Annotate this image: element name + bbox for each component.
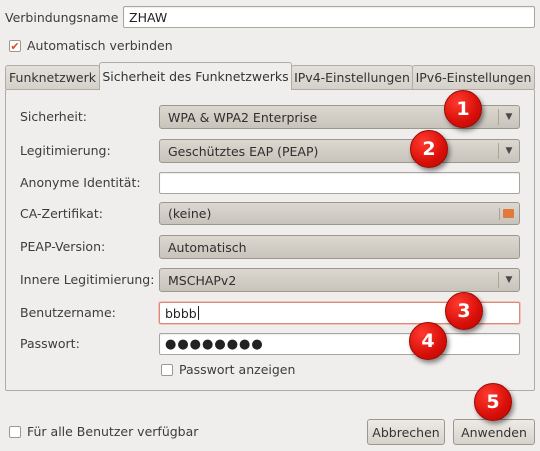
cancel-button[interactable]: Abbrechen — [367, 419, 445, 445]
annotation-marker-5: 5 — [474, 383, 512, 421]
text-cursor — [197, 306, 199, 320]
connection-name-input[interactable]: ZHAW — [123, 6, 535, 28]
tab-label: IPv4-Einstellungen — [294, 70, 410, 85]
tab-ipv4-settings[interactable]: IPv4-Einstellungen — [291, 65, 413, 89]
password-input[interactable]: ●●●●●●●● — [159, 333, 520, 355]
ca-certificate-label: CA-Zertifikat: — [20, 206, 103, 221]
dropdown-arrow-icon: ▼ — [498, 109, 519, 125]
username-label: Benutzername: — [20, 305, 116, 320]
anonymous-identity-label: Anonyme Identität: — [20, 175, 141, 190]
annotation-marker-2: 2 — [410, 130, 448, 168]
inner-auth-label: Innere Legitimierung: — [20, 272, 155, 287]
all-users-checkbox[interactable] — [9, 426, 21, 438]
folder-icon — [499, 208, 514, 220]
peap-version-value: Automatisch — [168, 239, 247, 255]
annotation-marker-1: 1 — [444, 90, 482, 128]
inner-auth-select[interactable]: MSCHAPv2 ▼ — [159, 268, 520, 292]
checkmark-icon: ✔ — [10, 39, 20, 53]
ca-certificate-chooser[interactable]: (keine) — [159, 202, 520, 225]
connection-name-value: ZHAW — [129, 9, 168, 25]
apply-button-label: Anwenden — [461, 424, 527, 440]
ca-certificate-value: (keine) — [168, 206, 212, 221]
peap-version-label: PEAP-Version: — [20, 239, 106, 254]
annotation-marker-3: 3 — [445, 292, 483, 330]
authentication-value: Geschütztes EAP (PEAP) — [168, 143, 319, 159]
authentication-label: Legitimierung: — [20, 143, 111, 158]
authentication-select[interactable]: Geschütztes EAP (PEAP) ▼ — [159, 139, 520, 163]
peap-version-select[interactable]: Automatisch — [159, 235, 520, 259]
password-label: Passwort: — [20, 336, 80, 351]
cancel-button-label: Abbrechen — [372, 424, 440, 440]
anonymous-identity-input[interactable] — [159, 172, 520, 194]
password-value: ●●●●●●●● — [165, 336, 264, 352]
security-value: WPA & WPA2 Enterprise — [168, 109, 318, 125]
show-password-checkbox[interactable] — [161, 364, 173, 376]
inner-auth-value: MSCHAPv2 — [168, 272, 237, 288]
tab-ipv6-settings[interactable]: IPv6-Einstellungen — [412, 65, 535, 89]
security-label: Sicherheit: — [20, 109, 88, 124]
username-value: bbbb — [165, 305, 197, 321]
connection-name-label: Verbindungsname — [5, 10, 119, 25]
annotation-marker-4: 4 — [409, 322, 447, 360]
tab-wireless[interactable]: Funknetzwerk — [5, 65, 100, 89]
auto-connect-label: Automatisch verbinden — [27, 38, 173, 53]
auto-connect-checkbox[interactable]: ✔ — [9, 40, 21, 52]
tab-label: Funknetzwerk — [9, 70, 96, 85]
tab-label: Sicherheit des Funknetzwerks — [102, 69, 289, 84]
tab-label: IPv6-Einstellungen — [415, 70, 532, 85]
show-password-label: Passwort anzeigen — [179, 362, 296, 377]
all-users-label: Für alle Benutzer verfügbar — [27, 424, 199, 439]
dropdown-arrow-icon: ▼ — [498, 272, 519, 288]
dropdown-arrow-icon: ▼ — [498, 143, 519, 159]
apply-button[interactable]: Anwenden — [453, 419, 535, 445]
tab-wireless-security[interactable]: Sicherheit des Funknetzwerks — [99, 62, 292, 90]
